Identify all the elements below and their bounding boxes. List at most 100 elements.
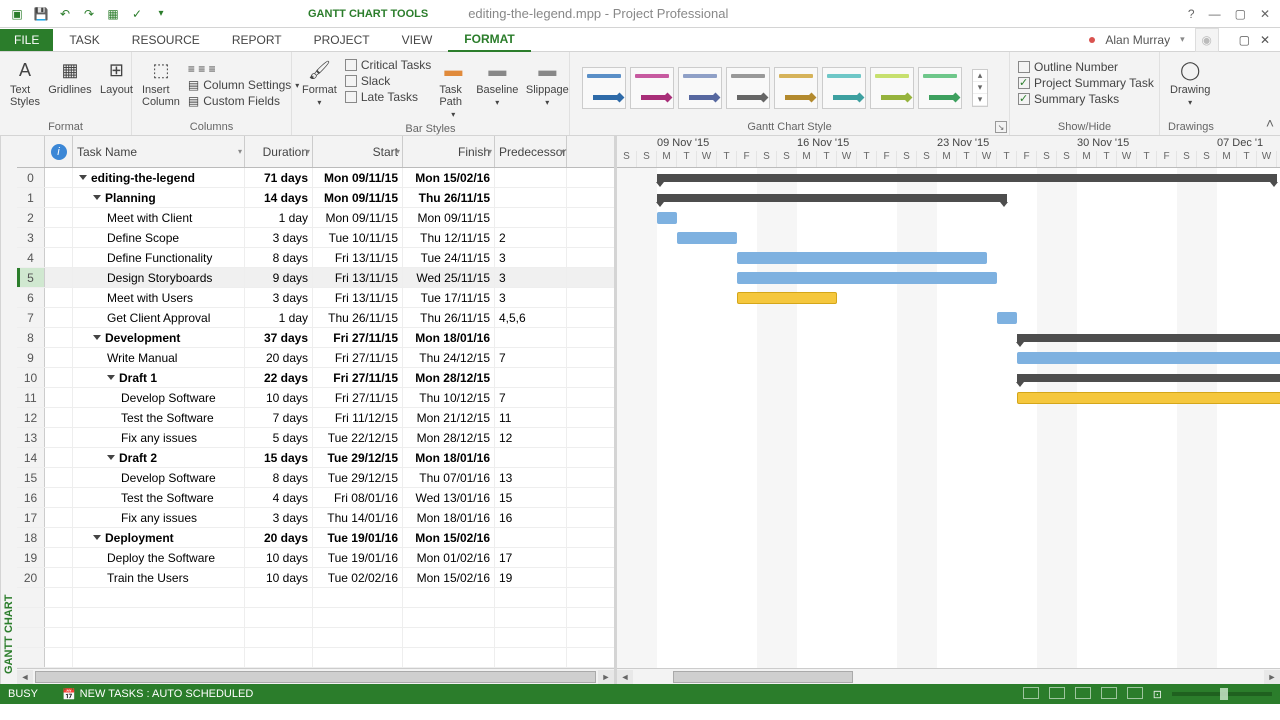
row-number[interactable]: 14 <box>17 448 45 467</box>
row-number[interactable]: 15 <box>17 468 45 487</box>
row-number[interactable]: 10 <box>17 368 45 387</box>
cell-task-name[interactable]: Draft 1 <box>73 368 245 387</box>
cell-finish[interactable]: Thu 26/11/15 <box>403 308 495 327</box>
cell-predecessors[interactable]: 12 <box>495 428 567 447</box>
window-close-icon[interactable]: ✕ <box>1260 33 1270 47</box>
row-info[interactable] <box>45 328 73 347</box>
cell-finish[interactable]: Thu 07/01/16 <box>403 468 495 487</box>
cell-predecessors[interactable]: 2 <box>495 228 567 247</box>
view-gantt-icon[interactable] <box>1023 687 1039 702</box>
avatar[interactable]: ◉ <box>1195 28 1219 52</box>
header-duration[interactable]: Duration▾ <box>245 136 313 167</box>
task-bar[interactable] <box>737 292 837 304</box>
cell-duration[interactable]: 20 days <box>245 528 313 547</box>
cell-finish[interactable]: Mon 01/02/16 <box>403 548 495 567</box>
row-info[interactable] <box>45 448 73 467</box>
row-info[interactable] <box>45 488 73 507</box>
cell-predecessors[interactable]: 7 <box>495 348 567 367</box>
row-info[interactable] <box>45 308 73 327</box>
cell-task-name[interactable]: Test the Software <box>73 408 245 427</box>
cell-duration[interactable]: 71 days <box>245 168 313 187</box>
view-resource-icon[interactable] <box>1101 687 1117 702</box>
project-summary-checkbox[interactable]: Project Summary Task <box>1018 76 1154 90</box>
tab-file[interactable]: FILE <box>0 29 53 51</box>
cell-predecessors[interactable] <box>495 168 567 187</box>
task-bar[interactable] <box>737 272 997 284</box>
undo-icon[interactable]: ↶ <box>56 5 74 23</box>
view-task-icon[interactable] <box>1049 687 1065 702</box>
row-info[interactable] <box>45 368 73 387</box>
cell-duration[interactable]: 3 days <box>245 508 313 527</box>
tab-resource[interactable]: RESOURCE <box>116 29 216 51</box>
row-number[interactable]: 11 <box>17 388 45 407</box>
timescale[interactable]: 09 Nov '1516 Nov '1523 Nov '1530 Nov '15… <box>617 136 1280 168</box>
cell-task-name[interactable]: Test the Software <box>73 488 245 507</box>
qat-check-icon[interactable]: ✓ <box>128 5 146 23</box>
style-swatch-2[interactable] <box>630 67 674 109</box>
cell-predecessors[interactable] <box>495 528 567 547</box>
zoom-slider[interactable] <box>1172 692 1272 696</box>
cell-predecessors[interactable]: 11 <box>495 408 567 427</box>
table-row[interactable]: 9Write Manual20 daysFri 27/11/15Thu 24/1… <box>17 348 614 368</box>
cell-predecessors[interactable]: 7 <box>495 388 567 407</box>
cell-predecessors[interactable]: 19 <box>495 568 567 587</box>
cell-predecessors[interactable]: 16 <box>495 508 567 527</box>
cell-predecessors[interactable] <box>495 188 567 207</box>
dialog-launcher-icon[interactable]: ↘ <box>995 121 1007 133</box>
cell-duration[interactable]: 10 days <box>245 388 313 407</box>
scroll-left-icon[interactable]: ◄ <box>17 670 33 684</box>
task-bar[interactable] <box>677 232 737 244</box>
chevron-down-icon[interactable]: ▾ <box>488 147 492 156</box>
drawing-button[interactable]: ◯Drawing▾ <box>1168 56 1212 109</box>
cell-task-name[interactable]: Train the Users <box>73 568 245 587</box>
gridlines-button[interactable]: ▦Gridlines <box>48 56 92 98</box>
chevron-down-icon[interactable]: ▾ <box>238 147 242 156</box>
row-info[interactable] <box>45 508 73 527</box>
style-swatch-7[interactable] <box>870 67 914 109</box>
column-settings-button[interactable]: ▤Column Settings ▾ <box>188 78 299 92</box>
cell-start[interactable]: Thu 14/01/16 <box>313 508 403 527</box>
row-number[interactable]: 16 <box>17 488 45 507</box>
row-number[interactable]: 6 <box>17 288 45 307</box>
cell-duration[interactable]: 37 days <box>245 328 313 347</box>
cell-start[interactable]: Fri 13/11/15 <box>313 288 403 307</box>
tab-view[interactable]: VIEW <box>386 29 449 51</box>
cell-task-name[interactable]: Develop Software <box>73 468 245 487</box>
row-number[interactable]: 3 <box>17 228 45 247</box>
table-row[interactable]: 3Define Scope3 daysTue 10/11/15Thu 12/11… <box>17 228 614 248</box>
cell-task-name[interactable]: Define Scope <box>73 228 245 247</box>
cell-duration[interactable]: 1 day <box>245 308 313 327</box>
cell-start[interactable]: Tue 22/12/15 <box>313 428 403 447</box>
cell-duration[interactable]: 9 days <box>245 268 313 287</box>
table-row[interactable]: 15Develop Software8 daysTue 29/12/15Thu … <box>17 468 614 488</box>
cell-finish[interactable]: Mon 09/11/15 <box>403 208 495 227</box>
cell-start[interactable]: Tue 29/12/15 <box>313 448 403 467</box>
row-info[interactable] <box>45 208 73 227</box>
cell-finish[interactable]: Mon 18/01/16 <box>403 448 495 467</box>
view-team-icon[interactable] <box>1075 687 1091 702</box>
cell-duration[interactable]: 8 days <box>245 468 313 487</box>
cell-duration[interactable]: 3 days <box>245 288 313 307</box>
tab-project[interactable]: PROJECT <box>298 29 386 51</box>
row-info[interactable] <box>45 568 73 587</box>
row-info[interactable] <box>45 288 73 307</box>
row-number[interactable]: 17 <box>17 508 45 527</box>
task-path-button[interactable]: ▬Task Path▾ <box>437 56 469 121</box>
row-info[interactable] <box>45 188 73 207</box>
row-number[interactable]: 13 <box>17 428 45 447</box>
table-row[interactable]: 18Deployment20 daysTue 19/01/16Mon 15/02… <box>17 528 614 548</box>
row-number[interactable]: 5 <box>17 268 45 287</box>
gallery-down-icon[interactable]: ▾ <box>973 82 987 94</box>
cell-start[interactable]: Tue 19/01/16 <box>313 528 403 547</box>
user-menu-chevron-icon[interactable]: ▾ <box>1180 34 1185 45</box>
cell-predecessors[interactable]: 13 <box>495 468 567 487</box>
cell-task-name[interactable]: Deploy the Software <box>73 548 245 567</box>
cell-task-name[interactable]: Development <box>73 328 245 347</box>
header-start[interactable]: Start▾ <box>313 136 403 167</box>
table-row[interactable]: 7Get Client Approval1 dayThu 26/11/15Thu… <box>17 308 614 328</box>
summary-bar[interactable] <box>657 174 1277 182</box>
chevron-down-icon[interactable]: ▾ <box>306 147 310 156</box>
cell-predecessors[interactable] <box>495 448 567 467</box>
style-swatch-3[interactable] <box>678 67 722 109</box>
cell-start[interactable]: Mon 09/11/15 <box>313 188 403 207</box>
